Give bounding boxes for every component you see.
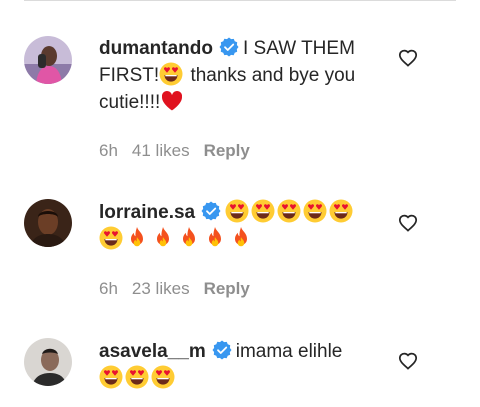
verified-badge-icon xyxy=(212,340,232,360)
comment-text: imama elihle xyxy=(235,341,343,362)
avatar[interactable] xyxy=(24,338,72,386)
comment-body: asavela__m imama elihle xyxy=(99,338,384,392)
username[interactable]: asavela__m xyxy=(99,341,206,362)
comment-item: asavela__m imama elihle xyxy=(0,0,480,407)
heart-eyes-emoji xyxy=(125,365,149,389)
heart-outline-icon[interactable] xyxy=(398,352,418,370)
heart-eyes-emoji xyxy=(99,365,123,389)
heart-eyes-emoji xyxy=(151,365,175,389)
